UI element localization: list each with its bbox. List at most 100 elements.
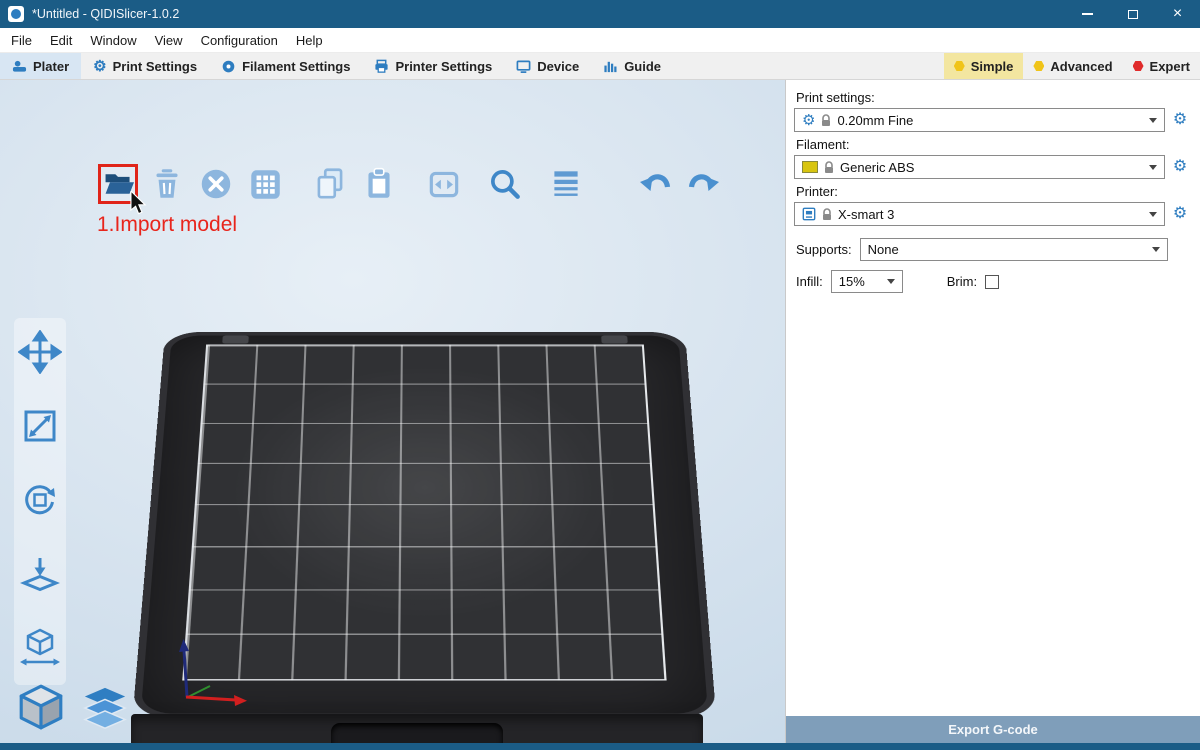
delete-all-button[interactable] [196,164,236,204]
mode-label: Simple [971,59,1014,74]
menu-file[interactable]: File [2,28,41,52]
place-on-face-button[interactable] [18,552,62,599]
undo-icon [637,166,673,202]
gear-icon: ⚙ [93,59,106,74]
bottom-status-strip [0,743,1200,750]
3d-viewport[interactable]: 1.Import model [0,80,785,743]
import-annotation: 1.Import model [97,213,237,237]
menu-configuration[interactable]: Configuration [192,28,287,52]
split-icon [425,165,463,203]
filament-value: Generic ABS [840,160,1143,175]
tab-print-settings[interactable]: ⚙ Print Settings [81,53,209,79]
search-button[interactable] [485,164,525,204]
filament-gear-button[interactable]: ⚙ [1170,155,1190,179]
menu-window[interactable]: Window [81,28,145,52]
scale-button[interactable] [18,404,62,451]
menu-edit[interactable]: Edit [41,28,81,52]
printer-label: Printer: [796,184,1190,199]
printer-icon [374,59,389,74]
close-button[interactable]: × [1155,0,1200,28]
menu-help[interactable]: Help [287,28,332,52]
simple-mode-dot-icon [954,61,965,72]
tab-printer-settings[interactable]: Printer Settings [362,53,504,79]
chevron-down-icon [1149,212,1157,217]
gear-icon: ⚙ [802,113,815,128]
printer-combo[interactable]: X-smart 3 [794,202,1165,226]
tab-label: Printer Settings [395,59,492,74]
print-settings-value: 0.20mm Fine [837,113,1143,128]
menubar: File Edit Window View Configuration Help [0,28,1200,53]
bed-clip-right [601,336,628,344]
print-settings-label: Print settings: [796,90,1190,105]
rotate-button[interactable] [18,478,62,525]
mode-expert[interactable]: Expert [1123,53,1200,79]
printer-gear-button[interactable]: ⚙ [1170,202,1190,226]
bed-handle [331,723,503,743]
brim-checkbox[interactable] [985,275,999,289]
copy-button[interactable] [310,164,350,204]
delete-button[interactable] [147,164,187,204]
scale-to-fit-icon [18,626,62,670]
gear-icon: ⚙ [1173,112,1187,128]
supports-combo[interactable]: None [860,238,1168,261]
maximize-icon [1128,10,1138,19]
device-icon [516,59,531,74]
tab-plater[interactable]: Plater [0,53,81,79]
chevron-down-icon [1149,165,1157,170]
filament-icon [221,59,236,74]
copy-icon [311,165,349,203]
infill-combo[interactable]: 15% [831,270,903,293]
arrange-button[interactable] [245,164,285,204]
search-icon [486,165,524,203]
redo-button[interactable] [684,164,724,204]
origin-axes-icon [170,625,270,710]
scale-icon [18,404,62,448]
tab-guide[interactable]: Guide [591,53,673,79]
variable-layer-height-button[interactable] [546,164,586,204]
3d-editor-view-button[interactable] [16,682,66,735]
tab-filament-settings[interactable]: Filament Settings [209,53,362,79]
preview-layers-icon [82,686,128,732]
preview-layers-button[interactable] [82,686,128,735]
printer-value: X-smart 3 [838,207,1143,222]
menu-view[interactable]: View [146,28,192,52]
lock-icon [821,114,831,127]
undo-button[interactable] [635,164,675,204]
infill-value: 15% [839,274,881,289]
delete-all-icon [197,165,235,203]
supports-value: None [868,242,1146,257]
filament-combo[interactable]: Generic ABS [794,155,1165,179]
delete-icon [148,165,186,203]
move-icon [18,330,62,374]
move-button[interactable] [18,330,62,377]
mode-advanced[interactable]: Advanced [1023,53,1122,79]
bed-front-face [131,714,703,743]
mode-simple[interactable]: Simple [944,53,1024,79]
gear-icon: ⚙ [1173,159,1187,175]
tab-device[interactable]: Device [504,53,591,79]
minimize-button[interactable] [1065,0,1110,28]
lock-icon [824,161,834,174]
split-objects-button[interactable] [424,164,464,204]
tab-label: Plater [33,59,69,74]
export-gcode-button[interactable]: Export G-code [786,716,1200,743]
infill-label: Infill: [796,274,823,289]
paste-icon [360,165,398,203]
print-settings-gear-button[interactable]: ⚙ [1170,108,1190,132]
tabbar: Plater ⚙ Print Settings Filament Setting… [0,53,1200,80]
tab-label: Device [537,59,579,74]
viewport-toolbar [98,164,724,204]
chevron-down-icon [1152,247,1160,252]
mouse-cursor-icon [129,191,147,215]
tab-label: Filament Settings [242,59,350,74]
place-on-face-icon [18,552,62,596]
variable-layer-height-icon [547,165,585,203]
advanced-mode-dot-icon [1033,61,1044,72]
scale-to-fit-button[interactable] [18,626,62,673]
paste-button[interactable] [359,164,399,204]
import-model-button[interactable] [98,164,138,204]
chevron-down-icon [1149,118,1157,123]
bed-clip-left [222,336,249,344]
maximize-button[interactable] [1110,0,1155,28]
print-settings-combo[interactable]: ⚙ 0.20mm Fine [794,108,1165,132]
